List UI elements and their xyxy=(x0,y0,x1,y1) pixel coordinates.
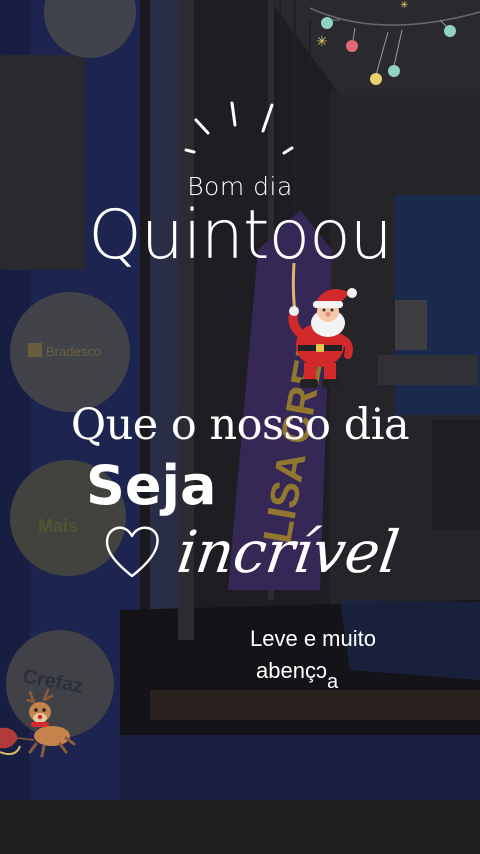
christmas-lights-icon: ✳ ✳ xyxy=(310,0,480,85)
footer-line2-start: abençɔ xyxy=(256,658,327,683)
svg-text:✳: ✳ xyxy=(400,0,408,11)
story-card: LISA CRED Bradesco Mais Crefaz ✳ ✳ Bom d… xyxy=(0,0,480,854)
phrase-text: Que o nosso dia xyxy=(70,400,410,450)
incrivel-text: incrível xyxy=(173,518,404,586)
heart-icon xyxy=(105,526,159,578)
svg-text:✳: ✳ xyxy=(316,34,328,50)
footer-line2-tail: a xyxy=(326,671,339,693)
day-title: Quintoou xyxy=(88,196,393,275)
santa-claus-icon xyxy=(288,263,357,388)
footer-line1: Leve e muito xyxy=(250,626,376,651)
sun-rays-icon xyxy=(184,101,294,155)
reindeer-icon xyxy=(0,688,76,758)
footer-line2: abençɔa xyxy=(256,658,338,693)
seja-text: Seja xyxy=(86,454,217,517)
